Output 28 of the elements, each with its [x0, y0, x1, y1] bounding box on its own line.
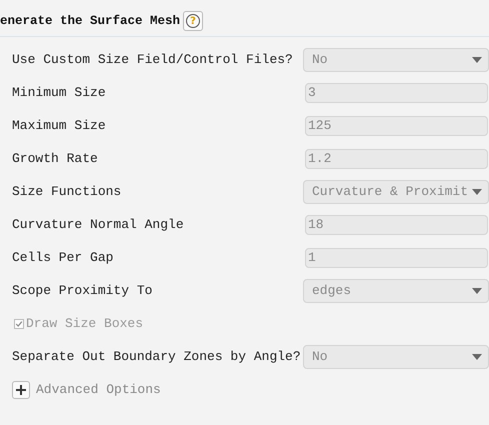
input-field[interactable]: 125 [305, 116, 488, 136]
field-label: Growth Rate [12, 151, 99, 166]
field-label: Cells Per Gap [12, 250, 114, 265]
section-label: Advanced Options [36, 382, 161, 397]
input-field[interactable]: 1.2 [305, 148, 488, 168]
expand-button[interactable] [12, 380, 30, 398]
caret-icon [472, 56, 482, 62]
dropdown[interactable]: edges [303, 278, 489, 302]
field-label: Maximum Size [12, 118, 107, 133]
input-field[interactable]: 18 [305, 214, 488, 234]
dropdown[interactable]: No [303, 344, 489, 368]
input-field[interactable]: 3 [305, 82, 488, 102]
input-field[interactable]: 1 [305, 248, 488, 268]
caret-icon [472, 288, 482, 294]
section-title: enerate the Surface Mesh [0, 14, 180, 28]
field-label: Curvature Normal Angle [12, 217, 185, 232]
dropdown[interactable]: No [303, 48, 489, 72]
caret-icon [472, 188, 482, 194]
field-label: Scope Proximity To [12, 283, 154, 298]
checkbox-label: Draw Size Boxes [26, 316, 144, 331]
caret-icon [472, 354, 482, 360]
field-label: Separate Out Boundary Zones by Angle? [12, 349, 302, 364]
field-label: Use Custom Size Field/Control Files? [12, 52, 294, 67]
field-label: Minimum Size [12, 85, 107, 100]
help-button[interactable]: ? [183, 11, 204, 31]
dropdown[interactable]: Curvature & Proximit [303, 180, 489, 204]
field-label: Size Functions [12, 184, 122, 199]
plus-icon [15, 384, 27, 396]
